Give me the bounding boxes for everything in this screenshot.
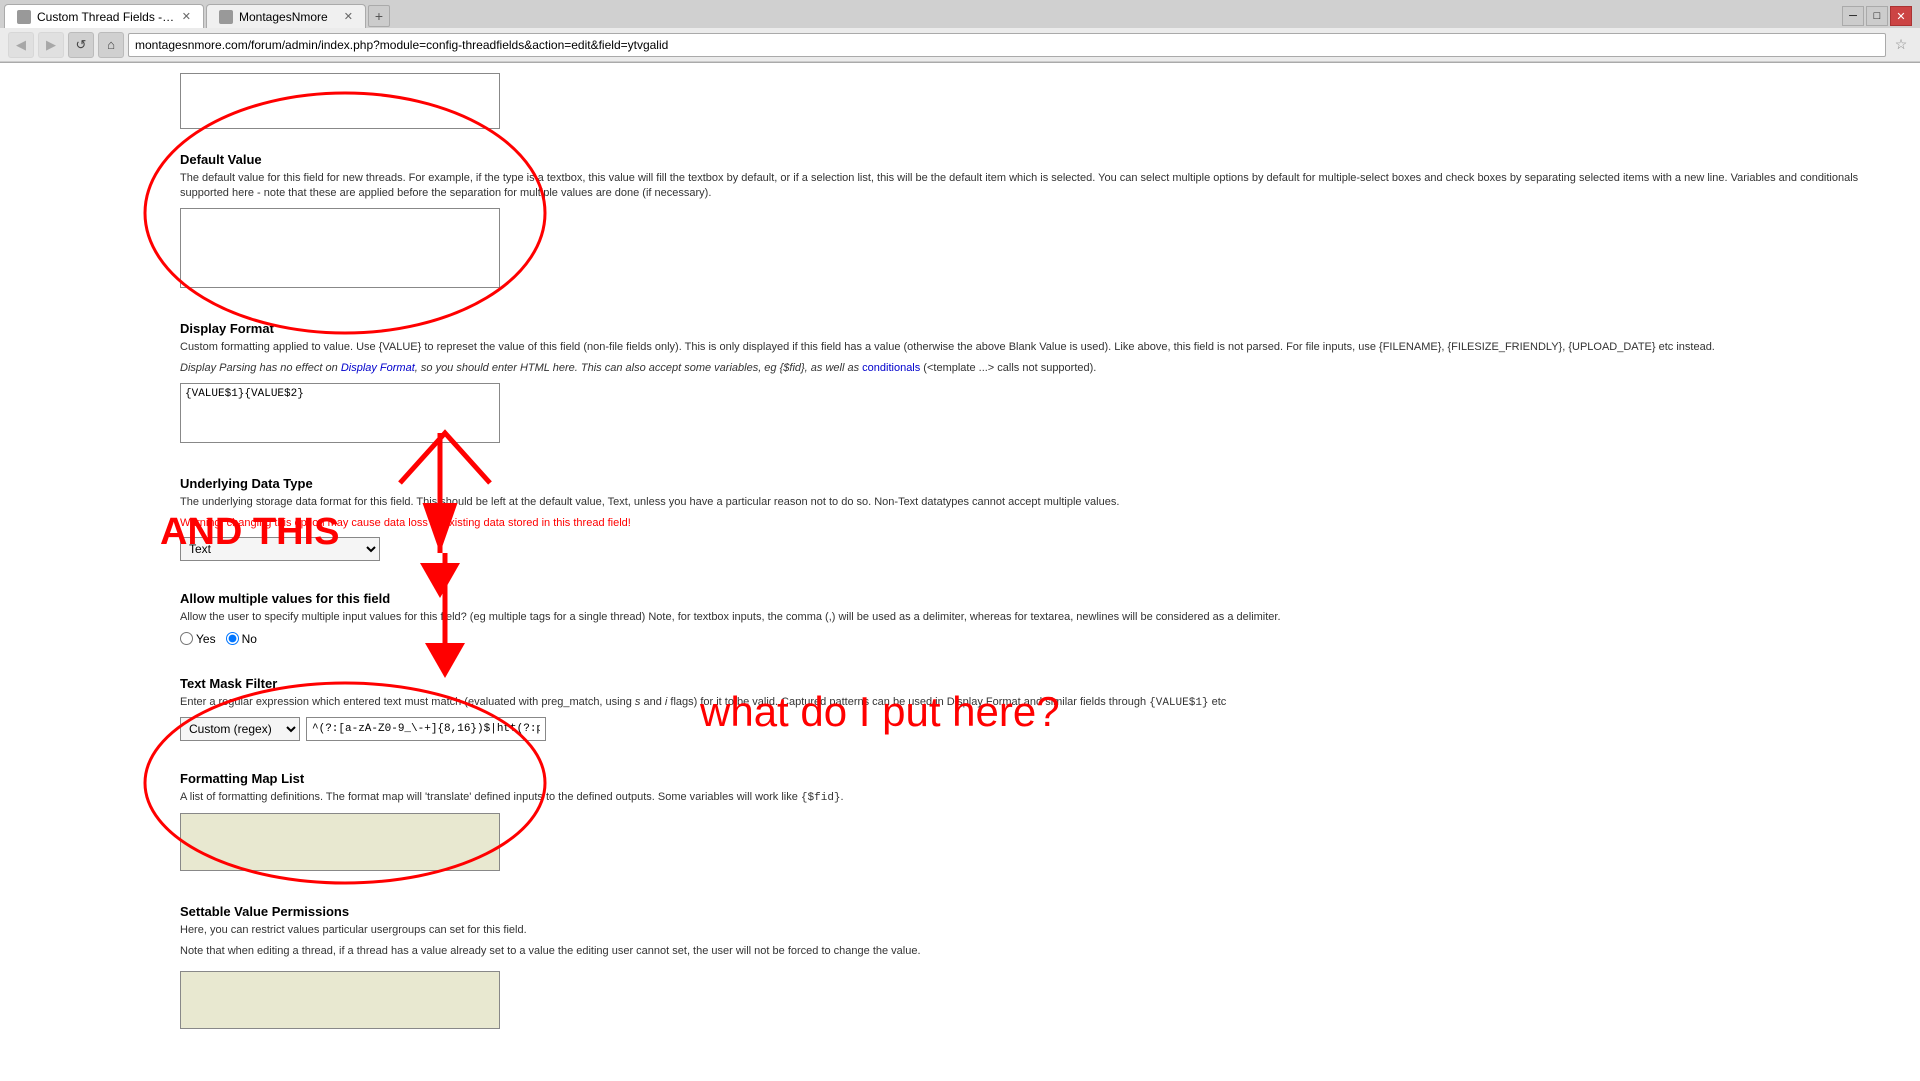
allow-multiple-section: Allow multiple values for this field All… <box>180 581 1900 645</box>
text-mask-filter-section: Text Mask Filter Enter a regular express… <box>180 666 1900 741</box>
address-bar[interactable] <box>128 33 1886 57</box>
formatting-map-list-label: Formatting Map List <box>180 771 1900 786</box>
back-button[interactable]: ◀ <box>8 32 34 58</box>
underlying-data-type-label: Underlying Data Type <box>180 476 1900 491</box>
settable-value-permissions-label: Settable Value Permissions <box>180 904 1900 919</box>
close-button[interactable]: ✕ <box>1890 6 1912 26</box>
tab-bar: Custom Thread Fields - Edi... ✕ Montages… <box>0 0 1920 28</box>
display-format-description-1: Custom formatting applied to value. Use … <box>180 340 1900 355</box>
tab-title-2: MontagesNmore <box>239 10 338 24</box>
conditionals-link[interactable]: conditionals <box>862 362 920 374</box>
tab-montages[interactable]: MontagesNmore ✕ <box>206 4 366 28</box>
settable-value-permissions-desc-2: Note that when editing a thread, if a th… <box>180 944 1900 959</box>
display-format-description-2: Display Parsing has no effect on Display… <box>180 361 1900 376</box>
default-value-textarea[interactable] <box>180 208 500 288</box>
formatting-map-list-desc: A list of formatting definitions. The fo… <box>180 790 1900 806</box>
text-mask-type-select[interactable]: None Custom (regex) Email URL Number Int… <box>180 717 300 741</box>
text-mask-filter-desc: Enter a regular expression which entered… <box>180 695 1900 711</box>
radio-yes-label[interactable]: Yes <box>180 632 216 646</box>
content-wrapper: Default Value The default value for this… <box>160 63 1920 1081</box>
text-mask-filter-label: Text Mask Filter <box>180 676 1900 691</box>
top-textarea[interactable] <box>180 73 500 129</box>
radio-no-text: No <box>242 632 257 646</box>
formatting-map-list-section: Formatting Map List A list of formatting… <box>180 761 1900 873</box>
underlying-data-type-desc: The underlying storage data format for t… <box>180 495 1900 510</box>
bookmark-star-icon[interactable]: ☆ <box>1890 34 1912 56</box>
default-value-section: Default Value The default value for this… <box>180 142 1900 291</box>
settable-value-permissions-textarea[interactable] <box>180 971 500 1029</box>
browser-chrome: Custom Thread Fields - Edi... ✕ Montages… <box>0 0 1920 63</box>
allow-multiple-label: Allow multiple values for this field <box>180 591 1900 606</box>
maximize-button[interactable]: □ <box>1866 6 1888 26</box>
minimize-button[interactable]: ─ <box>1842 6 1864 26</box>
radio-yes-input[interactable] <box>180 632 193 645</box>
settable-value-permissions-section: Settable Value Permissions Here, you can… <box>180 894 1900 1033</box>
radio-no-input[interactable] <box>226 632 239 645</box>
display-format-label: Display Format <box>180 321 1900 336</box>
text-mask-regex-input[interactable] <box>306 717 546 741</box>
allow-multiple-radio-group: Yes No <box>180 632 1900 646</box>
page-content: Default Value The default value for this… <box>0 63 1920 1081</box>
nav-bar: ◀ ▶ ↺ ⌂ ☆ <box>0 28 1920 62</box>
underlying-data-type-select[interactable]: Text Integer Decimal Date Datetime <box>180 537 380 561</box>
settable-value-permissions-desc-1: Here, you can restrict values particular… <box>180 923 1900 938</box>
underlying-data-type-section: Underlying Data Type The underlying stor… <box>180 466 1900 562</box>
home-button[interactable]: ⌂ <box>98 32 124 58</box>
allow-multiple-desc: Allow the user to specify multiple input… <box>180 610 1900 625</box>
tab-favicon-2 <box>219 10 233 24</box>
display-format-textarea[interactable]: {VALUE$1}{VALUE$2} <box>180 383 500 443</box>
default-value-description: The default value for this field for new… <box>180 171 1900 202</box>
top-textarea-section <box>180 63 1900 132</box>
text-mask-row: None Custom (regex) Email URL Number Int… <box>180 717 1900 741</box>
reload-button[interactable]: ↺ <box>68 32 94 58</box>
display-format-italic-prefix: Display Parsing has no effect on Display… <box>180 362 862 374</box>
tab-title-1: Custom Thread Fields - Edi... <box>37 10 176 24</box>
default-value-label: Default Value <box>180 152 1900 167</box>
tab-favicon-1 <box>17 10 31 24</box>
new-tab-button[interactable]: + <box>368 5 390 27</box>
radio-yes-text: Yes <box>196 632 216 646</box>
formatting-map-list-textarea[interactable] <box>180 813 500 871</box>
display-format-section: Display Format Custom formatting applied… <box>180 311 1900 446</box>
radio-no-label[interactable]: No <box>226 632 257 646</box>
underlying-data-type-warning: Warning: changing this option may cause … <box>180 516 1900 531</box>
display-format-link[interactable]: Display Format <box>341 362 415 374</box>
tab-custom-thread-fields[interactable]: Custom Thread Fields - Edi... ✕ <box>4 4 204 28</box>
forward-button[interactable]: ▶ <box>38 32 64 58</box>
display-format-desc-text: Custom formatting applied to value. Use … <box>180 341 1715 353</box>
tab-close-2[interactable]: ✕ <box>344 10 353 23</box>
tab-close-1[interactable]: ✕ <box>182 10 191 23</box>
